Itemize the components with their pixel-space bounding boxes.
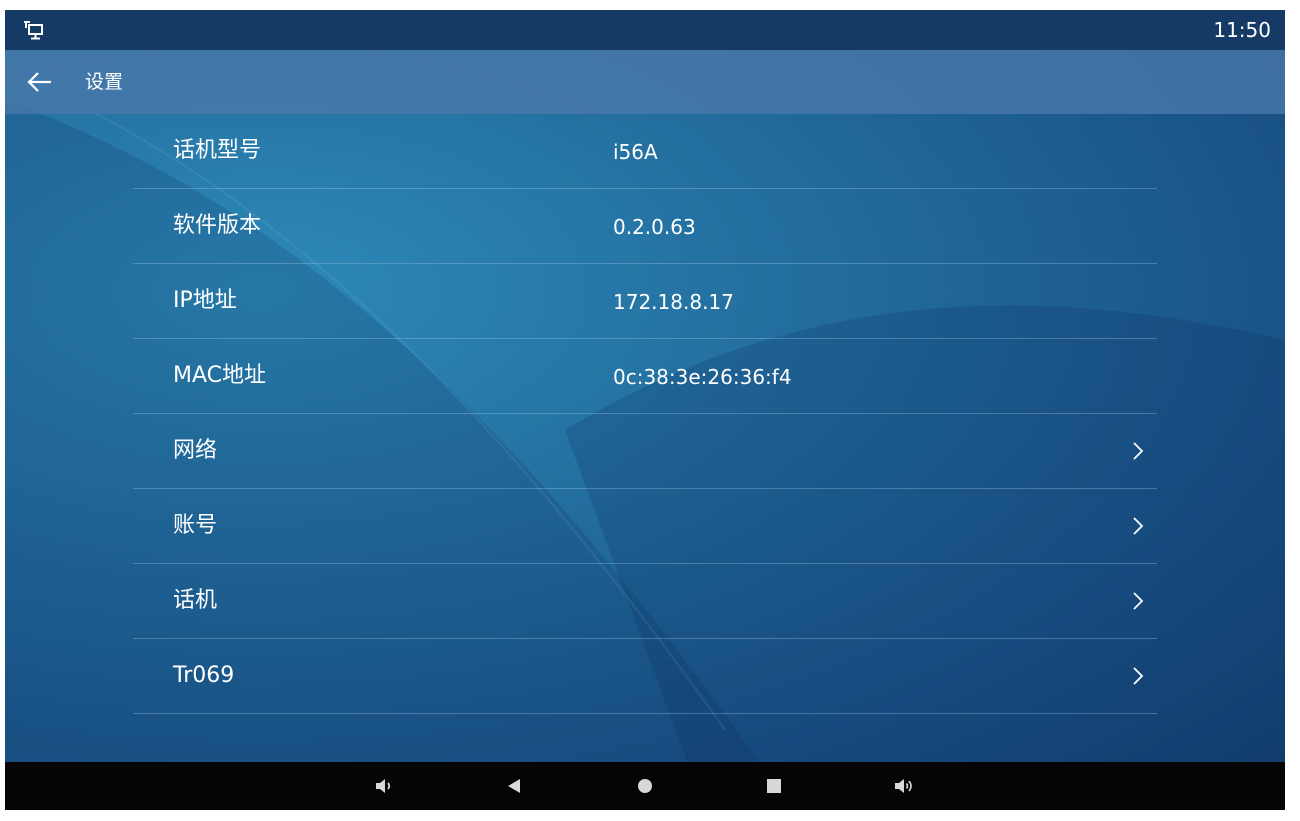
recents-square-icon <box>767 779 781 793</box>
settings-row-network[interactable]: 网络 <box>133 414 1157 489</box>
settings-row-model: 话机型号 i56A <box>133 114 1157 189</box>
chevron-right-icon <box>1133 667 1144 685</box>
back-triangle-icon <box>508 779 520 793</box>
setting-value: 172.18.8.17 <box>613 290 734 314</box>
chevron-right-icon <box>1133 442 1144 460</box>
arrow-left-icon <box>27 72 51 92</box>
page-title: 设置 <box>85 71 124 93</box>
setting-label: 软件版本 <box>173 213 262 238</box>
setting-label: MAC地址 <box>173 363 267 388</box>
back-button[interactable] <box>19 62 61 102</box>
home-nav-button[interactable] <box>633 774 657 798</box>
network-monitor-icon <box>24 21 43 40</box>
volume-up-icon <box>895 779 912 793</box>
volume-up-button[interactable] <box>892 774 916 798</box>
setting-label: Tr069 <box>173 663 235 688</box>
app-bar: 设置 <box>5 50 1285 114</box>
settings-row-tr069[interactable]: Tr069 <box>133 639 1157 714</box>
volume-down-icon <box>376 779 391 793</box>
setting-label: 账号 <box>173 513 218 538</box>
setting-value: 0c:38:3e:26:36:f4 <box>613 365 792 389</box>
settings-row-mac-address: MAC地址 0c:38:3e:26:36:f4 <box>133 339 1157 414</box>
phone-screen: 11:50 设置 话机型号 i56A 软件版本 0.2.0.63 IP地址 17… <box>5 10 1285 810</box>
back-nav-button[interactable] <box>502 774 526 798</box>
setting-label: 网络 <box>173 438 218 463</box>
volume-down-button[interactable] <box>372 774 396 798</box>
setting-label: 话机 <box>173 588 218 613</box>
settings-row-software-version: 软件版本 0.2.0.63 <box>133 189 1157 264</box>
settings-row-phone[interactable]: 话机 <box>133 564 1157 639</box>
setting-label: 话机型号 <box>173 138 262 163</box>
settings-list: 话机型号 i56A 软件版本 0.2.0.63 IP地址 172.18.8.17… <box>133 114 1157 714</box>
settings-row-account[interactable]: 账号 <box>133 489 1157 564</box>
settings-row-ip-address: IP地址 172.18.8.17 <box>133 264 1157 339</box>
status-bar: 11:50 <box>5 10 1285 50</box>
setting-value: 0.2.0.63 <box>613 215 696 239</box>
status-time: 11:50 <box>1213 18 1271 42</box>
chevron-right-icon <box>1133 592 1144 610</box>
recents-nav-button[interactable] <box>762 774 786 798</box>
chevron-right-icon <box>1133 517 1144 535</box>
setting-label: IP地址 <box>173 288 237 313</box>
system-nav-bar <box>5 762 1285 810</box>
home-circle-icon <box>638 779 652 793</box>
setting-value: i56A <box>613 140 658 164</box>
